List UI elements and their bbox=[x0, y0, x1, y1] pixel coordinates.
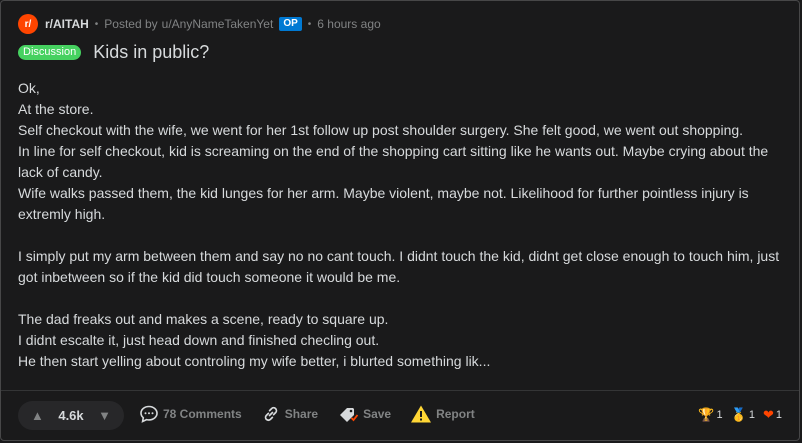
heart-icon: ❤ bbox=[762, 407, 774, 422]
trophy-icon: 🏆 bbox=[698, 407, 715, 422]
award-heart[interactable]: ❤ 1 bbox=[763, 407, 782, 423]
report-button[interactable]: Report bbox=[410, 404, 475, 424]
body-line: Ok, bbox=[18, 80, 40, 96]
awards-list[interactable]: 🏆 1 🥇 1 ❤ 1 bbox=[690, 407, 782, 423]
post-time[interactable]: 6 hours ago bbox=[317, 17, 380, 31]
body-line: The dad freaks out and makes a scene, re… bbox=[18, 311, 389, 327]
award-count: 1 bbox=[716, 409, 723, 421]
vote-score: 4.6k bbox=[58, 408, 84, 423]
separator-dot: • bbox=[94, 18, 99, 30]
body-line: He then start yelling about controling m… bbox=[18, 353, 491, 369]
comments-label: 78 Comments bbox=[163, 407, 242, 421]
report-label: Report bbox=[436, 407, 475, 421]
body-line: At the store. bbox=[18, 101, 94, 117]
post-meta: r/ r/AITAH • Posted by u/AnyNameTakenYet… bbox=[18, 13, 381, 35]
award-count: 1 bbox=[775, 409, 782, 421]
award-trophy[interactable]: 🏆 1 bbox=[698, 407, 722, 423]
post-body[interactable]: Ok, At the store. Self checkout with the… bbox=[18, 78, 788, 372]
comment-icon bbox=[139, 404, 159, 424]
post-footer: ▲ 4.6k ▼ 78 Comments Share Save Report 🏆… bbox=[1, 390, 799, 443]
save-label: Save bbox=[363, 407, 392, 421]
save-button[interactable]: Save bbox=[337, 404, 391, 424]
save-tag-icon bbox=[337, 404, 359, 424]
author-link[interactable]: u/AnyNameTakenYet bbox=[162, 17, 274, 31]
subreddit-icon[interactable]: r/ bbox=[18, 14, 38, 34]
comments-button[interactable]: 78 Comments bbox=[139, 404, 242, 424]
body-line: I didnt escalte it, just head down and f… bbox=[18, 332, 380, 348]
posted-by-label: Posted by bbox=[104, 17, 158, 31]
award-count: 1 bbox=[748, 409, 755, 421]
body-line: I simply put my arm between them and say… bbox=[18, 248, 780, 285]
body-line: Wife walks passed them, the kid lunges f… bbox=[18, 185, 749, 222]
body-line: Self checkout with the wife, we went for… bbox=[18, 122, 744, 138]
medal-icon: 🥇 bbox=[730, 407, 747, 422]
post-flair[interactable]: Discussion bbox=[18, 45, 82, 60]
separator-dot: • bbox=[307, 18, 312, 30]
title-row: Discussion Kids in public? bbox=[18, 42, 209, 63]
warning-icon bbox=[410, 404, 432, 424]
share-label: Share bbox=[284, 407, 319, 421]
link-icon bbox=[261, 404, 281, 424]
downvote-icon[interactable]: ▼ bbox=[98, 408, 111, 423]
post-card: r/ r/AITAH • Posted by u/AnyNameTakenYet… bbox=[0, 0, 800, 441]
op-badge: OP bbox=[279, 17, 302, 31]
post-actions: 78 Comments Share Save Report bbox=[139, 404, 494, 424]
upvote-icon[interactable]: ▲ bbox=[31, 408, 44, 423]
award-medal[interactable]: 🥇 1 bbox=[731, 407, 755, 423]
body-line: In line for self checkout, kid is scream… bbox=[18, 143, 769, 180]
vote-widget: ▲ 4.6k ▼ bbox=[18, 401, 124, 430]
post-title[interactable]: Kids in public? bbox=[93, 42, 209, 63]
subreddit-link[interactable]: r/AITAH bbox=[45, 17, 89, 31]
share-button[interactable]: Share bbox=[261, 404, 318, 424]
